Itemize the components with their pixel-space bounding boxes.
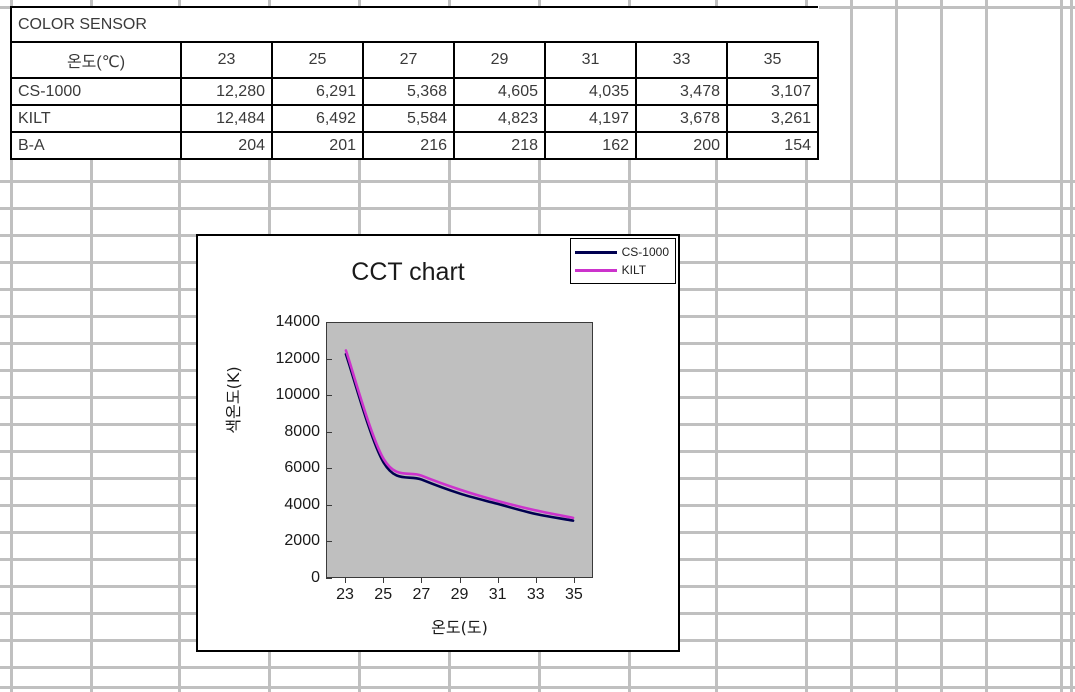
header-temperature-label: 온도(℃) bbox=[10, 41, 182, 79]
cell-cs1000-31: 4,035 bbox=[544, 77, 637, 106]
header-col-1: 25 bbox=[271, 41, 364, 79]
header-col-5: 33 bbox=[635, 41, 728, 79]
grid-column-line-12 bbox=[940, 0, 943, 692]
x-tick-label-25: 25 bbox=[374, 586, 393, 603]
x-tick-mark-35 bbox=[573, 578, 575, 583]
cell-kilt-23: 12,484 bbox=[180, 104, 273, 133]
header-col-2: 27 bbox=[362, 41, 455, 79]
chart-title: CCT chart bbox=[351, 258, 465, 286]
cell-cs1000-23: 12,280 bbox=[180, 77, 273, 106]
y-tick-mark-14000 bbox=[326, 322, 332, 323]
x-axis-title: 온도(도) bbox=[431, 618, 488, 637]
table-row[interactable]: CS-1000 12,280 6,291 5,368 4,605 4,035 3… bbox=[10, 77, 819, 106]
grid-column-line-10 bbox=[850, 0, 853, 692]
x-tick-label-27: 27 bbox=[412, 586, 431, 603]
legend-line-swatch-cs1000 bbox=[574, 250, 617, 254]
y-tick-mark-2000 bbox=[326, 541, 332, 543]
legend-label-cs1000: CS-1000 bbox=[621, 245, 669, 259]
cell-kilt-29: 4,823 bbox=[453, 104, 546, 133]
header-col-0: 23 bbox=[180, 41, 273, 79]
color-sensor-table[interactable]: COLOR SENSOR 온도(℃) 23 25 27 29 31 33 35 … bbox=[10, 6, 819, 160]
cell-ba-31: 162 bbox=[544, 131, 637, 160]
row-label-kilt: KILT bbox=[10, 104, 182, 133]
cell-ba-23: 204 bbox=[180, 131, 273, 160]
y-tick-mark-8000 bbox=[326, 431, 332, 433]
y-tick-mark-12000 bbox=[326, 358, 332, 360]
x-tick-label-31: 31 bbox=[488, 586, 507, 603]
x-tick-mark-25 bbox=[383, 578, 385, 583]
legend-label-kilt: KILT bbox=[621, 263, 647, 277]
header-col-6: 35 bbox=[726, 41, 819, 79]
row-label-ba: B-A bbox=[10, 131, 182, 160]
table-row[interactable]: KILT 12,484 6,492 5,584 4,823 4,197 3,67… bbox=[10, 104, 819, 133]
cell-kilt-25: 6,492 bbox=[271, 104, 364, 133]
y-tick-label-2000: 2000 bbox=[284, 532, 320, 550]
y-tick-label-12000: 12000 bbox=[275, 349, 321, 367]
table-title: COLOR SENSOR bbox=[10, 6, 818, 42]
cct-chart[interactable]: CCT chart CS-1000 KILT 0 2000 4000 6000 8000… bbox=[196, 234, 680, 652]
grid-column-line-13 bbox=[985, 0, 988, 692]
cell-cs1000-35: 3,107 bbox=[726, 77, 819, 106]
legend-item-cs1000[interactable]: CS-1000 bbox=[574, 243, 669, 261]
y-tick-mark-6000 bbox=[326, 468, 332, 470]
plot-area bbox=[326, 322, 593, 578]
x-tick-mark-31 bbox=[497, 578, 499, 583]
cell-kilt-33: 3,678 bbox=[635, 104, 728, 133]
chart-legend[interactable]: CS-1000 KILT bbox=[569, 238, 676, 284]
y-tick-mark-10000 bbox=[326, 395, 332, 397]
grid-row-line-1 bbox=[0, 180, 1075, 183]
cell-cs1000-33: 3,478 bbox=[635, 77, 728, 106]
cell-ba-35: 154 bbox=[726, 131, 819, 160]
cell-ba-29: 218 bbox=[453, 131, 546, 160]
header-col-4: 31 bbox=[544, 41, 637, 79]
legend-line-swatch-kilt bbox=[574, 268, 617, 272]
cell-kilt-35: 3,261 bbox=[726, 104, 819, 133]
cell-ba-25: 201 bbox=[271, 131, 364, 160]
grid-row-line-20 bbox=[0, 686, 1075, 689]
table-title-row: COLOR SENSOR bbox=[10, 6, 818, 42]
x-tick-mark-29 bbox=[459, 578, 461, 583]
y-tick-label-6000: 6000 bbox=[284, 459, 320, 477]
y-tick-label-4000: 4000 bbox=[284, 495, 320, 513]
header-col-3: 29 bbox=[453, 41, 546, 79]
y-tick-mark-4000 bbox=[326, 504, 332, 506]
x-tick-mark-27 bbox=[421, 578, 423, 583]
grid-row-line-2 bbox=[0, 207, 1075, 210]
legend-item-kilt[interactable]: KILT bbox=[574, 261, 669, 279]
cell-ba-33: 200 bbox=[635, 131, 728, 160]
series-lines bbox=[344, 349, 575, 522]
x-tick-mark-23 bbox=[345, 578, 347, 583]
x-tick-label-29: 29 bbox=[450, 586, 469, 603]
x-tick-label-33: 33 bbox=[526, 586, 545, 603]
grid-column-line-11 bbox=[895, 0, 898, 692]
y-tick-label-10000: 10000 bbox=[275, 386, 321, 404]
cell-cs1000-25: 6,291 bbox=[271, 77, 364, 106]
grid-column-line-15 bbox=[1070, 0, 1073, 692]
y-tick-label-0: 0 bbox=[311, 569, 320, 586]
y-axis-tick-labels: 0 2000 4000 6000 8000 10000 12000 14000 bbox=[250, 313, 321, 586]
y-tick-label-8000: 8000 bbox=[284, 422, 320, 440]
cell-ba-27: 216 bbox=[362, 131, 455, 160]
series-line-cs-1000 bbox=[344, 352, 575, 522]
table-row[interactable]: B-A 204 201 216 218 162 200 154 bbox=[10, 131, 819, 160]
grid-row-line-19 bbox=[0, 666, 1075, 669]
x-tick-mark-33 bbox=[535, 578, 537, 583]
cell-kilt-31: 4,197 bbox=[544, 104, 637, 133]
y-tick-mark-0 bbox=[326, 578, 332, 579]
table-header-row: 온도(℃) 23 25 27 29 31 33 35 bbox=[10, 41, 819, 79]
row-label-cs1000: CS-1000 bbox=[10, 77, 182, 106]
cell-cs1000-29: 4,605 bbox=[453, 77, 546, 106]
y-axis-title: 색온도(K) bbox=[224, 366, 243, 434]
cell-kilt-27: 5,584 bbox=[362, 104, 455, 133]
x-tick-label-23: 23 bbox=[336, 586, 354, 603]
cell-cs1000-27: 5,368 bbox=[362, 77, 455, 106]
x-tick-label-35: 35 bbox=[565, 586, 583, 603]
y-tick-label-14000: 14000 bbox=[275, 313, 321, 330]
grid-column-line-14 bbox=[1060, 0, 1063, 692]
